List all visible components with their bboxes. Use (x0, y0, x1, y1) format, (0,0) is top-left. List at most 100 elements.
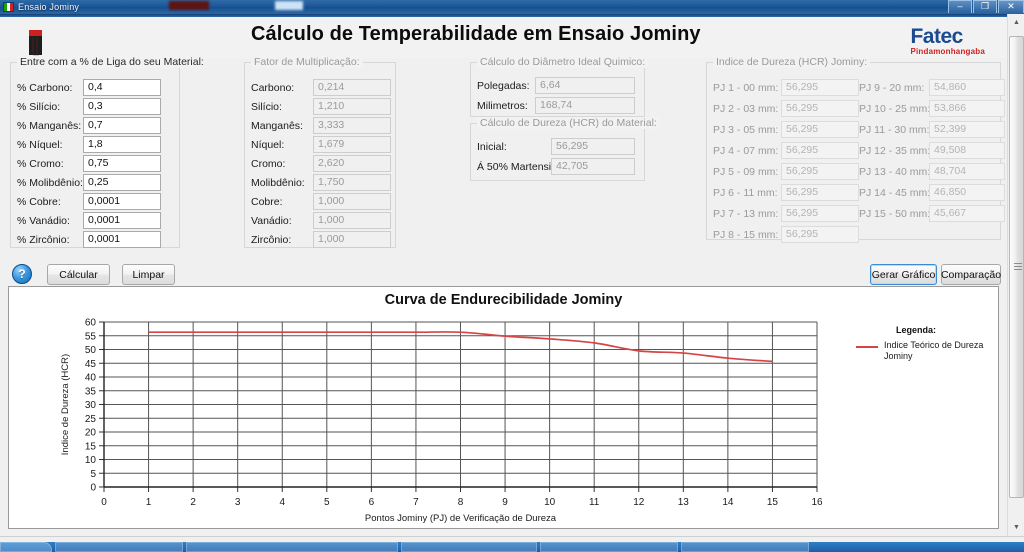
jominy-row-label: PJ 9 - 20 mm: (859, 81, 925, 94)
jominy-row-label: PJ 6 - 11 mm: (713, 186, 778, 199)
composition-row-input[interactable]: 0,75 (83, 155, 161, 172)
jominy-row: PJ 15 - 50 mm: 45,667 (859, 205, 1005, 222)
composition-row: % Molibdênio: 0,25 (17, 174, 161, 191)
close-button[interactable]: ✕ (998, 0, 1024, 13)
diameter-row-label: Polegadas: (477, 79, 530, 92)
taskbar-item[interactable] (55, 542, 183, 552)
factor-row-input: 1,210 (313, 98, 391, 115)
factor-row-label: Silício: (251, 100, 282, 113)
jominy-legend: Indice de Dureza (HCR) Jominy: (713, 56, 871, 68)
start-button[interactable] (0, 542, 52, 552)
composition-row: % Níquel: 1,8 (17, 136, 161, 153)
jominy-row-label: PJ 2 - 03 mm: (713, 102, 779, 115)
composition-row-input[interactable]: 0,4 (83, 79, 161, 96)
composition-row-input[interactable]: 0,3 (83, 98, 161, 115)
fatec-logo: Fatec Pindamonhangaba (910, 26, 985, 56)
composition-row-input[interactable]: 0,25 (83, 174, 161, 191)
composition-row: % Cobre: 0,0001 (17, 193, 161, 210)
factor-row-label: Manganês: (251, 119, 303, 132)
y-axis-tick-label: 5 (90, 469, 96, 480)
chart-title: Curva de Endurecibilidade Jominy (384, 292, 623, 308)
scrollbar-thumb[interactable] (1009, 36, 1024, 498)
y-axis-tick-label: 25 (85, 414, 97, 425)
y-axis-tick-label: 30 (85, 400, 97, 411)
composition-row-input[interactable]: 1,8 (83, 136, 161, 153)
composition-row-label: % Níquel: (17, 138, 63, 151)
jominy-row: PJ 5 - 09 mm: 56,295 (713, 163, 859, 180)
composition-row-input[interactable]: 0,0001 (83, 193, 161, 210)
jominy-row: PJ 7 - 13 mm: 56,295 (713, 205, 859, 222)
y-axis-tick-label: 55 (85, 331, 97, 342)
jominy-row-input: 56,295 (781, 205, 859, 222)
application-window: Ensaio Jominy – ❐ ✕ Cálculo de Temperabi… (0, 0, 1024, 536)
jominy-row-input: 56,295 (781, 226, 859, 243)
factor-row-input: 1,000 (313, 193, 391, 210)
y-axis-tick-label: 0 (90, 483, 96, 494)
x-axis-tick-label: 12 (633, 497, 645, 508)
hardness-row-label: Á 50% Martensita: (477, 160, 563, 173)
y-axis-tick-label: 45 (85, 359, 97, 370)
hardness-row-input: 56,295 (551, 138, 635, 155)
factor-row-label: Cobre: (251, 195, 283, 208)
vertical-scrollbar[interactable]: ▲ ▼ (1007, 14, 1024, 536)
composition-legend: Entre com a % de Liga do seu Material: (17, 56, 207, 68)
jominy-row-label: PJ 14 - 45 mm: (859, 186, 931, 199)
jominy-row-input: 56,295 (781, 79, 859, 96)
taskbar-item[interactable] (401, 542, 537, 552)
jominy-row-input: 56,295 (781, 142, 859, 159)
taskbar-item[interactable] (186, 542, 398, 552)
titlebar-artifact-light (275, 1, 304, 10)
jominy-group: Indice de Dureza (HCR) Jominy: PJ 1 - 00… (706, 56, 1005, 243)
legend-series-label: Indice Teórico de Dureza Jominy (884, 340, 984, 361)
jominy-row: PJ 8 - 15 mm: 56,295 (713, 226, 859, 243)
clear-button[interactable]: Limpar (122, 264, 175, 285)
calculate-button[interactable]: Cálcular (47, 264, 110, 285)
jominy-row-input: 52,399 (929, 121, 1005, 138)
window-titlebar[interactable]: Ensaio Jominy – ❐ ✕ (0, 0, 1024, 14)
factor-row: Cobre: 1,000 (251, 193, 391, 210)
jominy-row-label: PJ 8 - 15 mm: (713, 228, 779, 241)
hardness-row-input: 42,705 (551, 158, 635, 175)
composition-row-input[interactable]: 0,0001 (83, 231, 161, 248)
composition-row-label: % Cobre: (17, 195, 61, 208)
taskbar-item[interactable] (540, 542, 678, 552)
jominy-row: PJ 10 - 25 mm: 53,866 (859, 100, 1005, 117)
jominy-row-input: 54,860 (929, 79, 1005, 96)
y-axis-tick-label: 60 (85, 318, 97, 329)
factor-row: Vanádio: 1,000 (251, 212, 391, 229)
generate-chart-button[interactable]: Gerar Gráfico (870, 264, 937, 285)
factor-row-label: Vanádio: (251, 214, 292, 227)
diameter-row-input: 168,74 (535, 97, 635, 114)
jominy-curve-chart: 0510152025303540455055600 1 2 3 4 5 6 7 8 9 10 11 12… (60, 318, 823, 525)
hardness-legend: Cálculo de Dureza (HCR) do Material: (477, 117, 660, 129)
x-axis-tick-label: 13 (678, 497, 690, 508)
comparison-button[interactable]: Comparação (941, 264, 1001, 285)
x-axis-tick-label: 11 (589, 497, 600, 508)
taskbar[interactable] (0, 542, 1024, 552)
minimize-button[interactable]: – (948, 0, 972, 13)
composition-row: % Manganês: 0,7 (17, 117, 161, 134)
factor-row: Cromo: 2,620 (251, 155, 391, 172)
scroll-up-icon[interactable]: ▲ (1008, 14, 1024, 31)
chart-panel: Curva de Endurecibilidade Jominy 0 5 10 15 2… (8, 286, 999, 529)
jominy-row-label: PJ 10 - 25 mm: (859, 102, 931, 115)
x-axis-title: Pontos Jominy (PJ) de Verificação de Dur… (365, 513, 557, 524)
composition-row-input[interactable]: 0,7 (83, 117, 161, 134)
factor-row: Manganês: 3,333 (251, 117, 391, 134)
factor-row-label: Molibdênio: (251, 176, 305, 189)
scroll-down-icon[interactable]: ▼ (1008, 519, 1024, 536)
titlebar-filler (79, 0, 947, 14)
window-controls: – ❐ ✕ (947, 0, 1024, 14)
maximize-button[interactable]: ❐ (973, 0, 997, 13)
jominy-row-input: 56,295 (781, 163, 859, 180)
diameter-group: Cálculo do Diâmetro Ideal Quimico: Poleg… (470, 56, 649, 117)
composition-row-input[interactable]: 0,0001 (83, 212, 161, 229)
composition-row-label: % Vanádio: (17, 214, 70, 227)
x-axis-tick-label: 5 (324, 497, 330, 508)
jominy-row: PJ 14 - 45 mm: 46,850 (859, 184, 1005, 201)
jominy-row-label: PJ 12 - 35 mm: (859, 144, 931, 157)
taskbar-item[interactable] (681, 542, 809, 552)
composition-row: % Carbono: 0,4 (17, 79, 161, 96)
y-axis-title: Indice de Dureza (HCR) (60, 354, 71, 455)
help-button[interactable]: ? (12, 264, 32, 284)
